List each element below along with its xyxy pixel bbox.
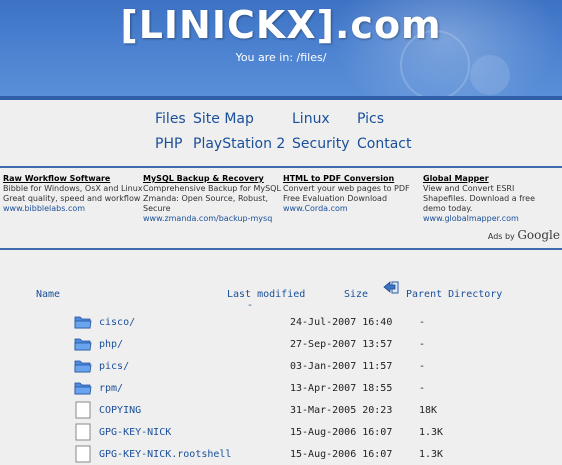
ad-url[interactable]: www.globalmapper.com	[423, 214, 559, 224]
table-row[interactable]: COPYING 31-Mar-2005 20:23 18K	[0, 401, 562, 424]
table-row[interactable]: pics/03-Jan-2007 11:57 -	[0, 358, 562, 380]
size-cell: 1.3K	[419, 427, 444, 438]
file-name-link[interactable]: GPG-KEY-NICK	[99, 427, 171, 438]
column-header-modified[interactable]: Last modified	[227, 289, 305, 300]
nav-files[interactable]: Files	[155, 111, 186, 127]
last-modified-cell: 03-Jan-2007 11:57	[290, 361, 393, 372]
table-row[interactable]: rpm/13-Apr-2007 18:55 -	[0, 380, 562, 402]
nav-playstation[interactable]: PlayStation 2	[193, 136, 285, 152]
size-cell: -	[419, 317, 426, 328]
ad-url[interactable]: www.bibblelabs.com	[3, 204, 143, 214]
last-modified-cell: 31-Mar-2005 20:23	[290, 405, 393, 416]
file-name-link[interactable]: COPYING	[99, 405, 141, 416]
ads-by-google[interactable]: Ads by Google	[488, 228, 560, 242]
nav-pics[interactable]: Pics	[357, 111, 384, 127]
nav-sitemap[interactable]: Site Map	[193, 111, 254, 127]
google-logo: Google	[517, 228, 560, 242]
ad-title[interactable]: Raw Workflow Software	[3, 174, 143, 184]
file-name-link[interactable]: GPG-KEY-NICK.rootshell	[99, 449, 231, 460]
nav-contact[interactable]: Contact	[357, 136, 411, 152]
ad-title[interactable]: HTML to PDF Conversion	[283, 174, 423, 184]
file-listing: Name Last modified - Size Parent Directo…	[0, 250, 562, 465]
size-cell: -	[419, 361, 426, 372]
table-row[interactable]: GPG-KEY-NICK 15-Aug-2006 16:07 1.3K	[0, 423, 562, 446]
file-name-link[interactable]: pics/	[99, 361, 129, 372]
ad-block: Raw Workflow Software Bibble for Windows…	[0, 170, 562, 250]
parent-directory-link[interactable]: Parent Directory	[406, 289, 502, 300]
ad-url[interactable]: www.Corda.com	[283, 204, 423, 214]
last-modified-cell: 15-Aug-2006 16:07	[290, 427, 393, 438]
file-name-link[interactable]: cisco/	[99, 317, 135, 328]
sort-indicator: -	[247, 300, 254, 311]
column-header-name[interactable]: Name	[36, 289, 60, 300]
ad-item[interactable]: HTML to PDF Conversion Convert your web …	[283, 174, 423, 214]
nav-linux[interactable]: Linux	[292, 111, 330, 127]
last-modified-cell: 24-Jul-2007 16:40	[290, 317, 393, 328]
size-cell: 18K	[419, 405, 438, 416]
file-icon[interactable]	[74, 423, 92, 441]
ad-url[interactable]: www.zmanda.com/backup-mysq	[143, 214, 283, 224]
ad-description: Convert your web pages to PDF Free Evalu…	[283, 184, 410, 203]
folder-icon[interactable]	[74, 313, 92, 331]
file-icon[interactable]	[74, 445, 92, 463]
file-name-link[interactable]: php/	[99, 339, 123, 350]
site-header: [LINICKX].com You are in: /files/	[0, 0, 562, 96]
ad-item[interactable]: Global Mapper View and Convert ESRI Shap…	[423, 174, 559, 224]
last-modified-cell: 15-Aug-2006 16:07	[290, 449, 393, 460]
ad-description: View and Convert ESRI Shapefiles. Downlo…	[423, 184, 536, 213]
folder-icon[interactable]	[74, 379, 92, 397]
table-row[interactable]: GPG-KEY-NICK.rootshell 15-Aug-2006 16:07 1…	[0, 445, 562, 465]
ads-by-label: Ads by	[487, 232, 515, 241]
size-cell: 1.3K	[419, 449, 444, 460]
size-cell: -	[419, 383, 426, 394]
current-location: You are in: /files/	[235, 51, 327, 64]
site-logo[interactable]: [LINICKX].com	[0, 3, 562, 47]
ad-title[interactable]: Global Mapper	[423, 174, 559, 184]
ad-item[interactable]: Raw Workflow Software Bibble for Windows…	[3, 174, 143, 214]
nav-divider	[0, 166, 562, 168]
ad-title[interactable]: MySQL Backup & Recovery	[143, 174, 283, 184]
file-icon[interactable]	[74, 401, 92, 419]
column-header-size[interactable]: Size	[344, 289, 368, 300]
folder-icon[interactable]	[74, 335, 92, 353]
size-cell: -	[419, 339, 426, 350]
folder-icon[interactable]	[74, 357, 92, 375]
main-nav: Files Site Map Linux Pics PHP PlayStatio…	[0, 100, 562, 160]
nav-security[interactable]: Security	[292, 136, 350, 152]
nav-php[interactable]: PHP	[155, 136, 182, 152]
last-modified-cell: 27-Sep-2007 13:57	[290, 339, 393, 350]
last-modified-cell: 13-Apr-2007 18:55	[290, 383, 393, 394]
table-row[interactable]: php/27-Sep-2007 13:57 -	[0, 336, 562, 358]
ad-description: Bibble for Windows, OsX and Linux Great …	[3, 184, 143, 203]
ad-description: Comprehensive Backup for MySQL Zmanda: O…	[143, 184, 281, 213]
table-row[interactable]: cisco/24-Jul-2007 16:40 -	[0, 314, 562, 336]
back-arrow-icon[interactable]	[383, 280, 401, 296]
ad-item[interactable]: MySQL Backup & Recovery Comprehensive Ba…	[143, 174, 283, 224]
file-name-link[interactable]: rpm/	[99, 383, 123, 394]
